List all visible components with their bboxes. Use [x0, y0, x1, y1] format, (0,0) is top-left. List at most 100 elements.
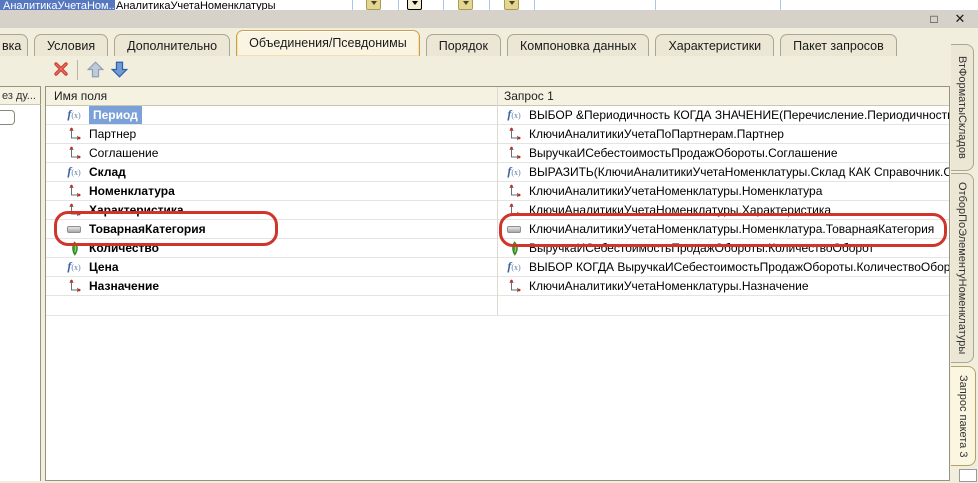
tab-порядок[interactable]: Порядок — [426, 34, 501, 56]
function-icon: f(x) — [507, 260, 520, 274]
chevron-down-icon — [463, 1, 469, 5]
field-name-cell[interactable]: Партнер — [46, 125, 498, 143]
dimension-icon — [507, 279, 521, 293]
field-name-cell[interactable]: Номенклатура — [46, 182, 498, 200]
cell-separator — [534, 0, 535, 10]
column-separator — [497, 87, 498, 315]
column-header-field-name[interactable]: Имя поля — [46, 87, 498, 105]
field-name: Характеристика — [89, 202, 184, 219]
background-selected-cell[interactable]: АналитикаУчетаНом... — [0, 0, 115, 10]
fields-table: Имя поля Запрос 1 f(x) Период f(x) ВЫБОР &П… — [45, 86, 950, 481]
tab-компоновка-данных[interactable]: Компоновка данных — [507, 34, 650, 56]
maximize-button[interactable]: □ — [924, 10, 944, 28]
dimension-icon — [67, 203, 81, 217]
category-icon — [507, 226, 521, 233]
field-name: Период — [89, 106, 142, 124]
dropdown-button[interactable] — [366, 0, 381, 10]
field-name: Склад — [89, 164, 126, 181]
cell-separator — [780, 0, 781, 10]
dimension-icon — [67, 279, 81, 293]
query-value-cell[interactable]: ВыручкаИСебестоимостьПродажОбороты.Согла… — [498, 144, 949, 162]
query-value-cell[interactable]: КлючиАналитикиУчетаНоменклатуры.Номенкла… — [498, 220, 949, 238]
field-name: Партнер — [89, 126, 136, 143]
query-value: ВЫБОР &Периодичность КОГДА ЗНАЧЕНИЕ(Пере… — [529, 107, 949, 124]
left-fragment-panel: ез ду... — [0, 86, 41, 481]
dimension-icon — [67, 184, 81, 198]
query-value: ВыручкаИСебестоимостьПродажОбороты.Согла… — [529, 145, 838, 162]
cell-separator — [655, 0, 656, 10]
field-name: Номенклатура — [89, 183, 175, 200]
field-name-cell[interactable]: f(x) Склад — [46, 163, 498, 181]
tab-объединения-псевдонимы[interactable]: Объединения/Псевдонимы — [236, 30, 420, 56]
tab-характеристики[interactable]: Характеристики — [655, 34, 774, 56]
field-name-cell[interactable]: ТоварнаяКатегория — [46, 220, 498, 238]
tab-вка[interactable]: вка — [0, 34, 28, 56]
category-icon — [67, 226, 81, 233]
delete-button[interactable] — [50, 59, 72, 81]
function-icon: f(x) — [67, 260, 80, 274]
chevron-down-icon — [412, 1, 418, 5]
field-name-cell[interactable]: Назначение — [46, 277, 498, 295]
column-header-query1[interactable]: Запрос 1 — [498, 87, 949, 105]
field-name: Соглашение — [89, 145, 158, 162]
move-up-button[interactable] — [84, 59, 106, 81]
query-value: ВыручкаИСебестоимостьПродажОбороты.Колич… — [529, 240, 874, 257]
dimension-icon — [507, 146, 521, 160]
dimension-icon — [507, 203, 521, 217]
function-icon: f(x) — [67, 108, 80, 122]
query-value-cell[interactable]: f(x) ВЫРАЗИТЬ(КлючиАналитикиУчетаНоменкла… — [498, 163, 949, 181]
tab-условия[interactable]: Условия — [34, 34, 108, 56]
chevron-down-icon — [509, 1, 515, 5]
dimension-icon — [67, 127, 81, 141]
query-value-cell[interactable]: f(x) ВЫБОР &Периодичность КОГДА ЗНАЧЕНИЕ(… — [498, 106, 949, 124]
left-fragment-body — [0, 105, 41, 481]
right-tab-1[interactable]: ВтФорматыСкладов — [951, 44, 974, 171]
field-name-cell[interactable]: Характеристика — [46, 201, 498, 219]
clipped-control[interactable] — [0, 110, 15, 125]
dropdown-button[interactable] — [458, 0, 473, 10]
function-icon: f(x) — [67, 165, 80, 179]
chevron-down-icon — [371, 1, 377, 5]
cell-separator — [398, 0, 399, 10]
tab-дополнительно[interactable]: Дополнительно — [114, 34, 230, 56]
cell-separator — [489, 0, 490, 10]
query-value-cell[interactable]: f(x)ВЫБОР КОГДА ВыручкаИСебестоимостьПро… — [498, 258, 949, 276]
tab-пакет-запросов[interactable]: Пакет запросов — [780, 34, 897, 56]
function-icon: f(x) — [507, 165, 520, 179]
query-value: КлючиАналитикиУчетаНоменклатуры.Назначен… — [529, 278, 809, 295]
field-name-cell[interactable]: f(x) Цена — [46, 258, 498, 276]
move-down-button[interactable] — [108, 59, 130, 81]
delete-icon — [53, 61, 69, 77]
right-tab-strip: ВтФорматыСкладовОтборПоЭлементуНоменклат… — [951, 28, 978, 483]
query-value-cell[interactable]: КлючиАналитикиУчетаНоменклатуры.Номенкла… — [498, 182, 949, 200]
field-name-cell[interactable]: f(x) Период — [46, 106, 498, 124]
background-value-cell[interactable]: АналитикаУчетаНоменклатуры — [116, 0, 350, 10]
field-name: Цена — [89, 259, 119, 276]
query-value: КлючиАналитикиУчетаНоменклатуры.Номенкла… — [529, 183, 822, 200]
query-value-cell[interactable]: КлючиАналитикиУчетаПоПартнерам.Партнер — [498, 125, 949, 143]
field-name-cell[interactable]: Количество — [46, 239, 498, 257]
dropdown-button[interactable] — [504, 0, 519, 10]
dimension-icon — [507, 184, 521, 198]
query-value: ВЫРАЗИТЬ(КлючиАналитикиУчетаНоменклатуры… — [529, 164, 949, 181]
query-value: КлючиАналитикиУчетаНоменклатуры.Номенкла… — [529, 221, 934, 238]
field-name-cell[interactable]: Соглашение — [46, 144, 498, 162]
toolbar-separator — [77, 60, 78, 80]
function-icon: f(x) — [507, 108, 520, 122]
query-value-cell[interactable]: КлючиАналитикиУчетаНоменклатуры.Характер… — [498, 201, 949, 219]
query-value-cell[interactable]: КлючиАналитикиУчетаНоменклатуры.Назначен… — [498, 277, 949, 295]
query-value-cell[interactable]: ВыручкаИСебестоимостьПродажОбороты.Колич… — [498, 239, 949, 257]
dropdown-button-focused[interactable] — [407, 0, 422, 10]
window-corner-fragment — [959, 469, 977, 482]
right-tab-2[interactable]: ОтборПоЭлементуНоменклатуры — [951, 173, 974, 363]
right-tab-3[interactable]: Запрос пакета 3 — [951, 366, 976, 466]
cell-separator — [352, 0, 353, 10]
query-value: КлючиАналитикиУчетаНоменклатуры.Характер… — [529, 202, 831, 219]
cell-separator — [443, 0, 444, 10]
field-name: Назначение — [89, 278, 159, 295]
tab-bar: вка Условия Дополнительно Объединения/Псевд… — [0, 28, 978, 56]
move-up-icon — [87, 61, 104, 78]
resource-icon — [508, 241, 520, 256]
close-button[interactable]: ✕ — [950, 10, 970, 28]
move-down-icon — [111, 61, 128, 78]
